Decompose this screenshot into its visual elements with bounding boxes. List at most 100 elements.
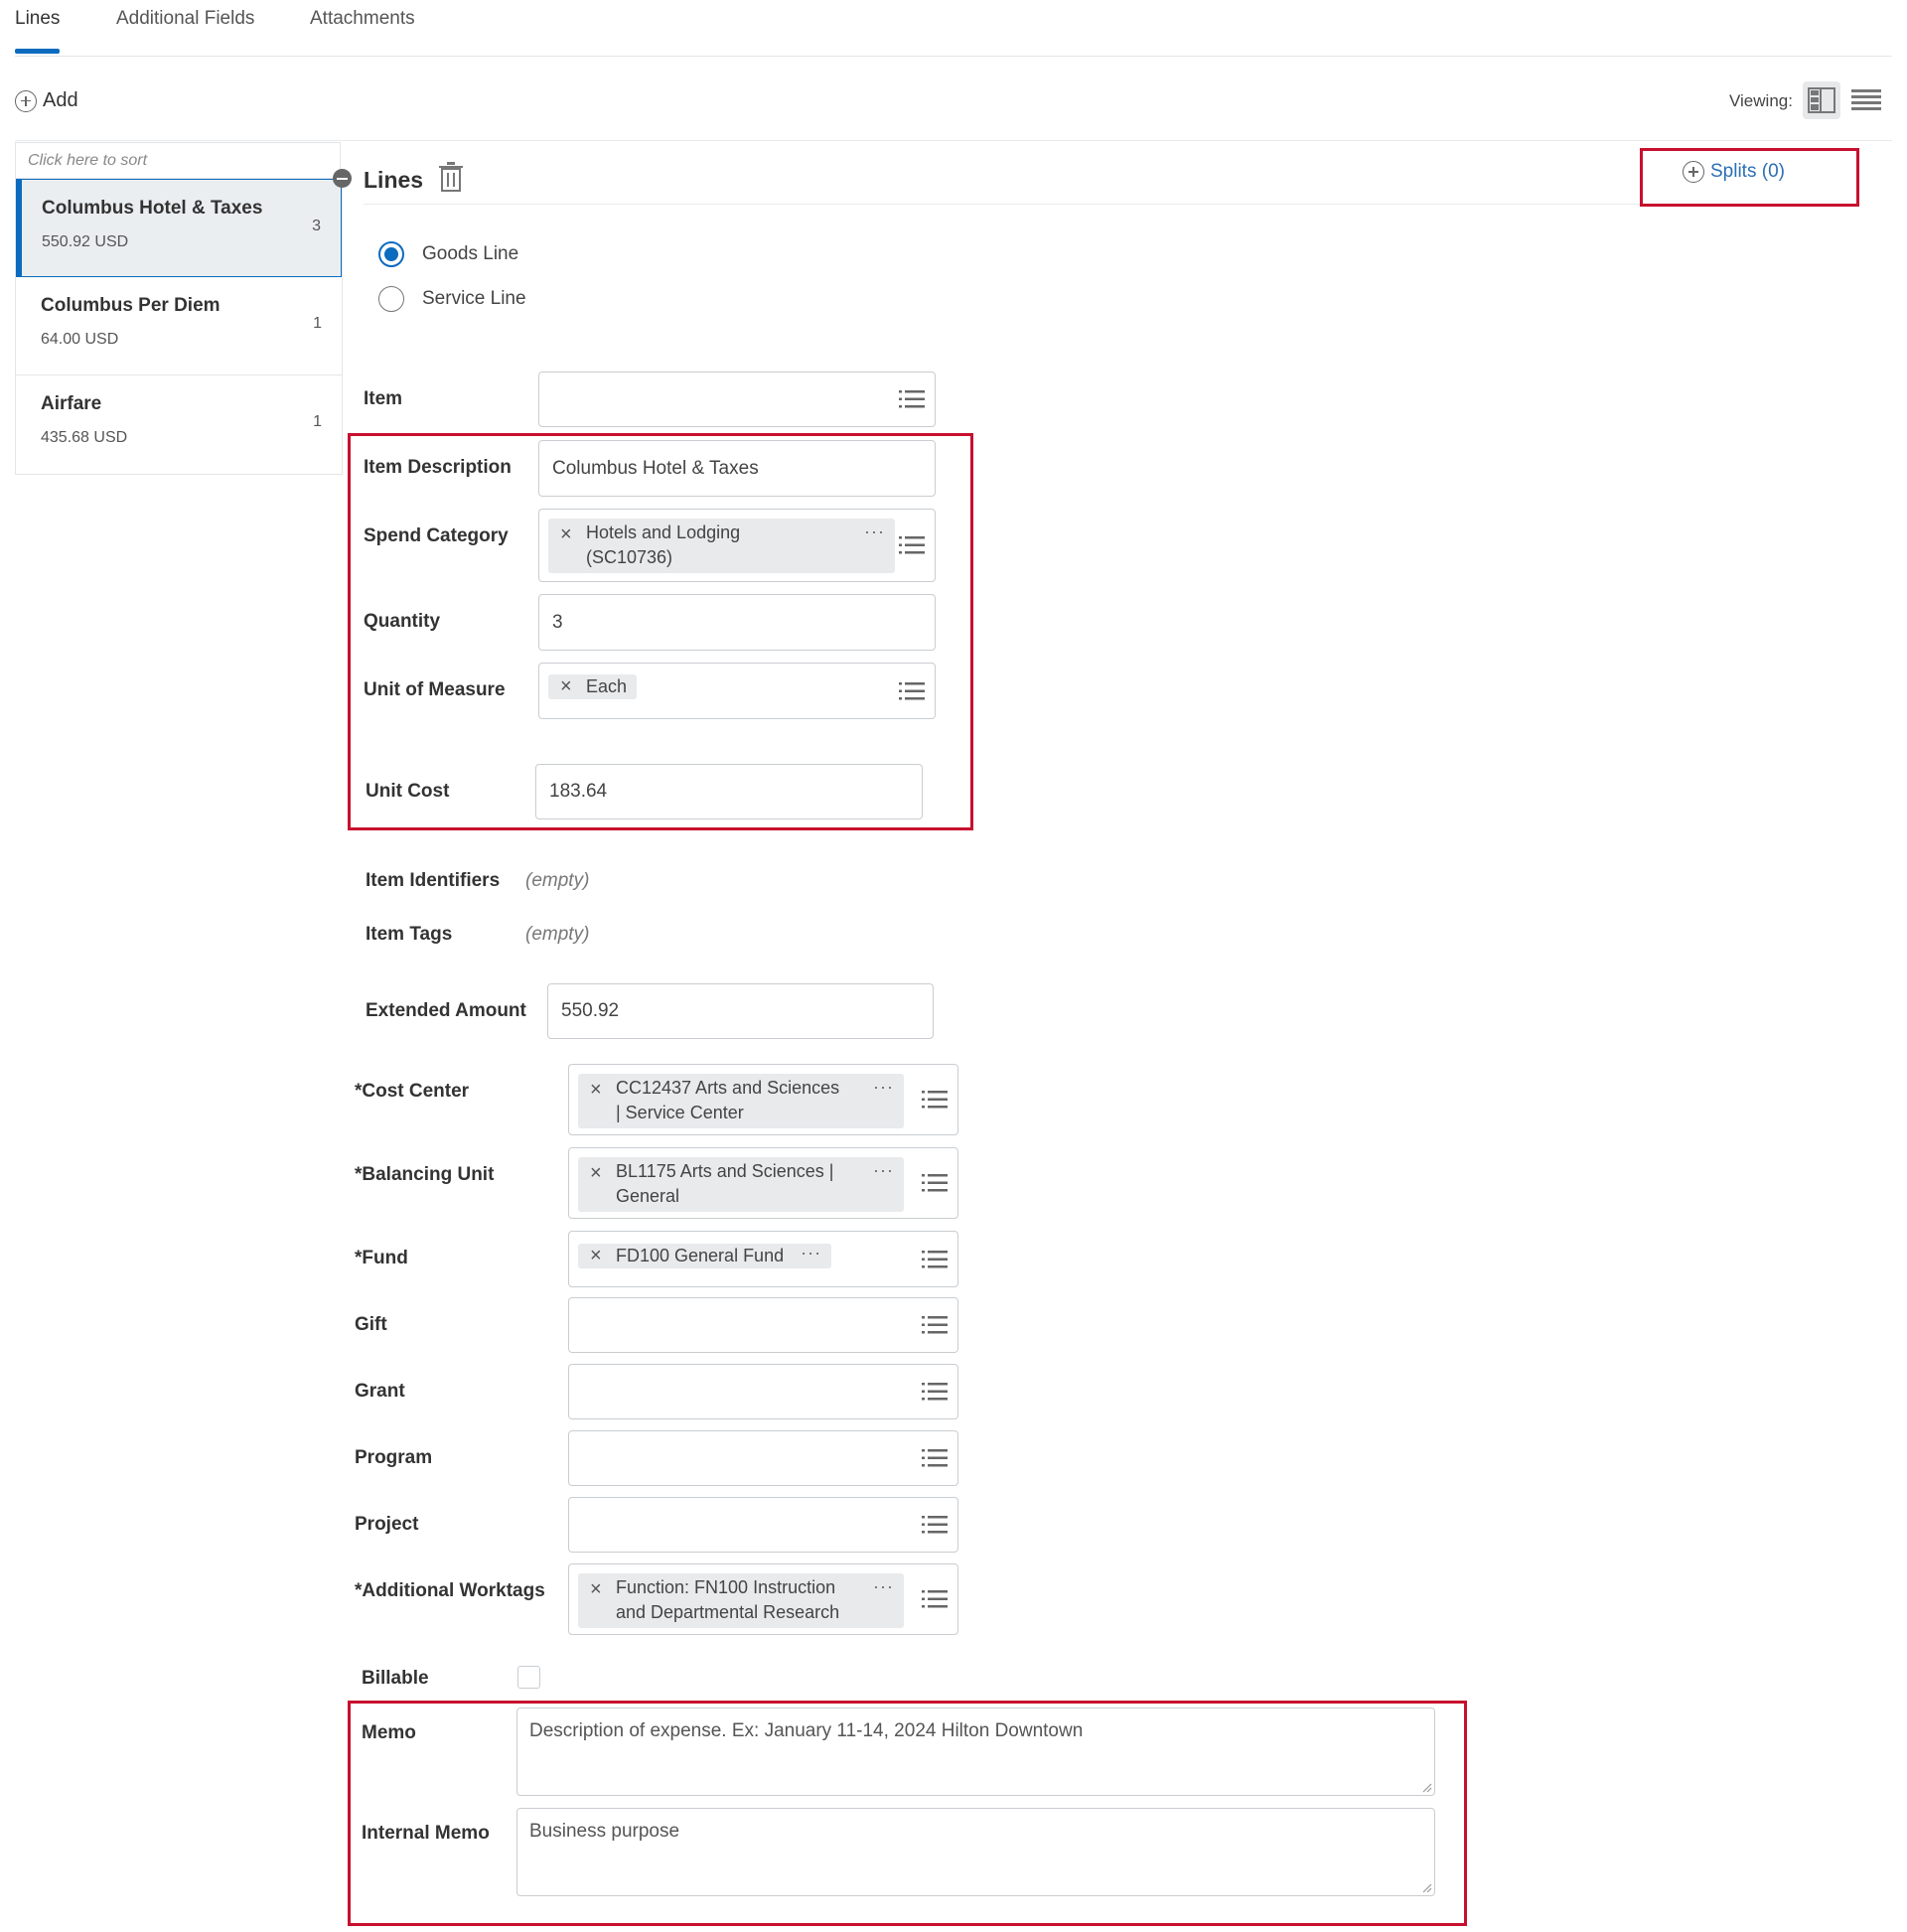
unit-cost-input[interactable]: 183.64 — [535, 764, 923, 819]
unit-of-measure-label: Unit of Measure — [364, 679, 506, 700]
fund-label: *Fund — [355, 1248, 408, 1268]
cost-center-pill[interactable]: × CC12437 Arts and Sciences | Service Ce… — [578, 1074, 904, 1128]
list-item-count: 1 — [313, 413, 322, 430]
additional-worktags-input[interactable]: × Function: FN100 Instruction and Depart… — [568, 1563, 958, 1635]
lines-list: Columbus Hotel & Taxes 550.92 USD 3 Colu… — [15, 178, 343, 475]
goods-line-option[interactable]: Goods Line — [378, 241, 518, 267]
tab-lines[interactable]: Lines — [15, 8, 60, 30]
list-prompt-icon[interactable] — [899, 681, 925, 701]
item-description-input[interactable]: Columbus Hotel & Taxes — [538, 440, 936, 497]
collapse-panel-icon[interactable] — [333, 169, 352, 188]
balancing-unit-input[interactable]: × BL1175 Arts and Sciences | General ··· — [568, 1147, 958, 1219]
more-icon[interactable]: ··· — [873, 1158, 894, 1183]
project-input[interactable] — [568, 1497, 958, 1553]
list-item-count: 3 — [312, 218, 321, 234]
item-input[interactable] — [538, 372, 936, 427]
program-input[interactable] — [568, 1430, 958, 1486]
goods-line-radio[interactable] — [378, 241, 404, 267]
additional-worktags-line1: Function: FN100 Instruction — [616, 1577, 836, 1597]
spend-category-input[interactable]: × Hotels and Lodging (SC10736) ··· — [538, 509, 936, 582]
unit-cost-value: 183.64 — [549, 781, 608, 802]
unit-cost-label: Unit Cost — [366, 781, 450, 802]
remove-icon[interactable]: × — [590, 1577, 602, 1602]
add-line-button[interactable]: Add — [15, 89, 78, 112]
splits-button[interactable]: Splits (0) — [1683, 161, 1785, 183]
list-prompt-icon[interactable] — [899, 535, 925, 555]
lines-editor: Lines Additional Fields Attachments Add … — [0, 0, 1907, 1932]
list-prompt-icon[interactable] — [922, 1448, 948, 1468]
spend-category-pill[interactable]: × Hotels and Lodging (SC10736) ··· — [548, 519, 895, 573]
more-icon[interactable]: ··· — [873, 1574, 894, 1599]
tabs-divider — [15, 56, 1892, 57]
unit-of-measure-value: Each — [586, 676, 628, 696]
add-circle-icon — [15, 89, 37, 112]
quantity-input[interactable]: 3 — [538, 594, 936, 651]
split-view-toggle[interactable] — [1803, 81, 1840, 119]
cost-center-input[interactable]: × CC12437 Arts and Sciences | Service Ce… — [568, 1064, 958, 1135]
item-tags-label: Item Tags — [366, 924, 453, 945]
gift-label: Gift — [355, 1314, 387, 1335]
goods-line-label: Goods Line — [422, 243, 519, 264]
more-icon[interactable]: ··· — [864, 520, 885, 544]
list-prompt-icon[interactable] — [922, 1315, 948, 1335]
fund-pill[interactable]: × FD100 General Fund ··· — [578, 1241, 832, 1268]
service-line-option[interactable]: Service Line — [378, 286, 526, 312]
gift-input[interactable] — [568, 1297, 958, 1353]
balancing-unit-line1: BL1175 Arts and Sciences | — [616, 1161, 834, 1181]
balancing-unit-pill[interactable]: × BL1175 Arts and Sciences | General ··· — [578, 1157, 904, 1212]
additional-worktags-line2: and Departmental Research — [616, 1602, 840, 1622]
list-prompt-icon[interactable] — [922, 1589, 948, 1609]
remove-icon[interactable]: × — [590, 1244, 602, 1268]
splits-add-icon — [1683, 161, 1704, 183]
unit-of-measure-input[interactable]: × Each — [538, 663, 936, 719]
toolbar-divider — [15, 140, 1892, 141]
service-line-label: Service Line — [422, 288, 526, 309]
resize-grip-icon[interactable] — [1420, 1881, 1432, 1893]
split-view-icon — [1808, 87, 1835, 113]
item-identifiers-value: (empty) — [525, 870, 590, 891]
spend-category-line2: (SC10736) — [586, 547, 673, 567]
sort-hint[interactable]: Click here to sort — [15, 142, 341, 178]
cost-center-line1: CC12437 Arts and Sciences — [616, 1078, 840, 1098]
service-line-radio[interactable] — [378, 286, 404, 312]
grant-input[interactable] — [568, 1364, 958, 1419]
spend-category-line1: Hotels and Lodging — [586, 522, 741, 542]
extended-amount-input[interactable]: 550.92 — [547, 983, 934, 1039]
active-tab-indicator — [15, 49, 60, 54]
resize-grip-icon[interactable] — [1420, 1781, 1432, 1793]
list-item[interactable]: Columbus Per Diem 64.00 USD 1 — [16, 277, 342, 375]
additional-worktags-pill[interactable]: × Function: FN100 Instruction and Depart… — [578, 1573, 904, 1628]
list-prompt-icon[interactable] — [922, 1090, 948, 1110]
more-icon[interactable]: ··· — [873, 1075, 894, 1100]
internal-memo-label: Internal Memo — [362, 1823, 490, 1844]
remove-icon[interactable]: × — [590, 1078, 602, 1103]
trash-icon[interactable] — [438, 162, 464, 192]
list-prompt-icon[interactable] — [899, 389, 925, 409]
project-label: Project — [355, 1514, 419, 1535]
remove-icon[interactable]: × — [590, 1161, 602, 1186]
remove-icon[interactable]: × — [560, 522, 572, 547]
more-icon[interactable]: ··· — [801, 1241, 821, 1265]
list-view-toggle[interactable] — [1847, 81, 1885, 119]
panel-divider — [364, 204, 1848, 205]
add-label: Add — [43, 89, 78, 111]
billable-checkbox[interactable] — [517, 1666, 540, 1689]
balancing-unit-label: *Balancing Unit — [355, 1164, 495, 1185]
internal-memo-textarea[interactable]: Business purpose — [516, 1808, 1435, 1896]
unit-of-measure-pill[interactable]: × Each — [548, 674, 638, 699]
remove-icon[interactable]: × — [560, 674, 572, 699]
tab-additional-fields[interactable]: Additional Fields — [116, 8, 254, 30]
additional-worktags-label: *Additional Worktags — [355, 1580, 545, 1601]
list-prompt-icon[interactable] — [922, 1250, 948, 1269]
tab-attachments[interactable]: Attachments — [310, 8, 415, 30]
memo-textarea[interactable]: Description of expense. Ex: January 11-1… — [516, 1708, 1435, 1796]
list-prompt-icon[interactable] — [922, 1173, 948, 1193]
memo-value: Description of expense. Ex: January 11-1… — [529, 1720, 1084, 1741]
list-item[interactable]: Airfare 435.68 USD 1 — [16, 375, 342, 474]
item-tags-value: (empty) — [525, 924, 590, 945]
list-item-amount: 435.68 USD — [41, 429, 128, 446]
list-prompt-icon[interactable] — [922, 1515, 948, 1535]
list-prompt-icon[interactable] — [922, 1382, 948, 1402]
fund-input[interactable]: × FD100 General Fund ··· — [568, 1231, 958, 1287]
list-item[interactable]: Columbus Hotel & Taxes 550.92 USD 3 — [16, 179, 342, 277]
